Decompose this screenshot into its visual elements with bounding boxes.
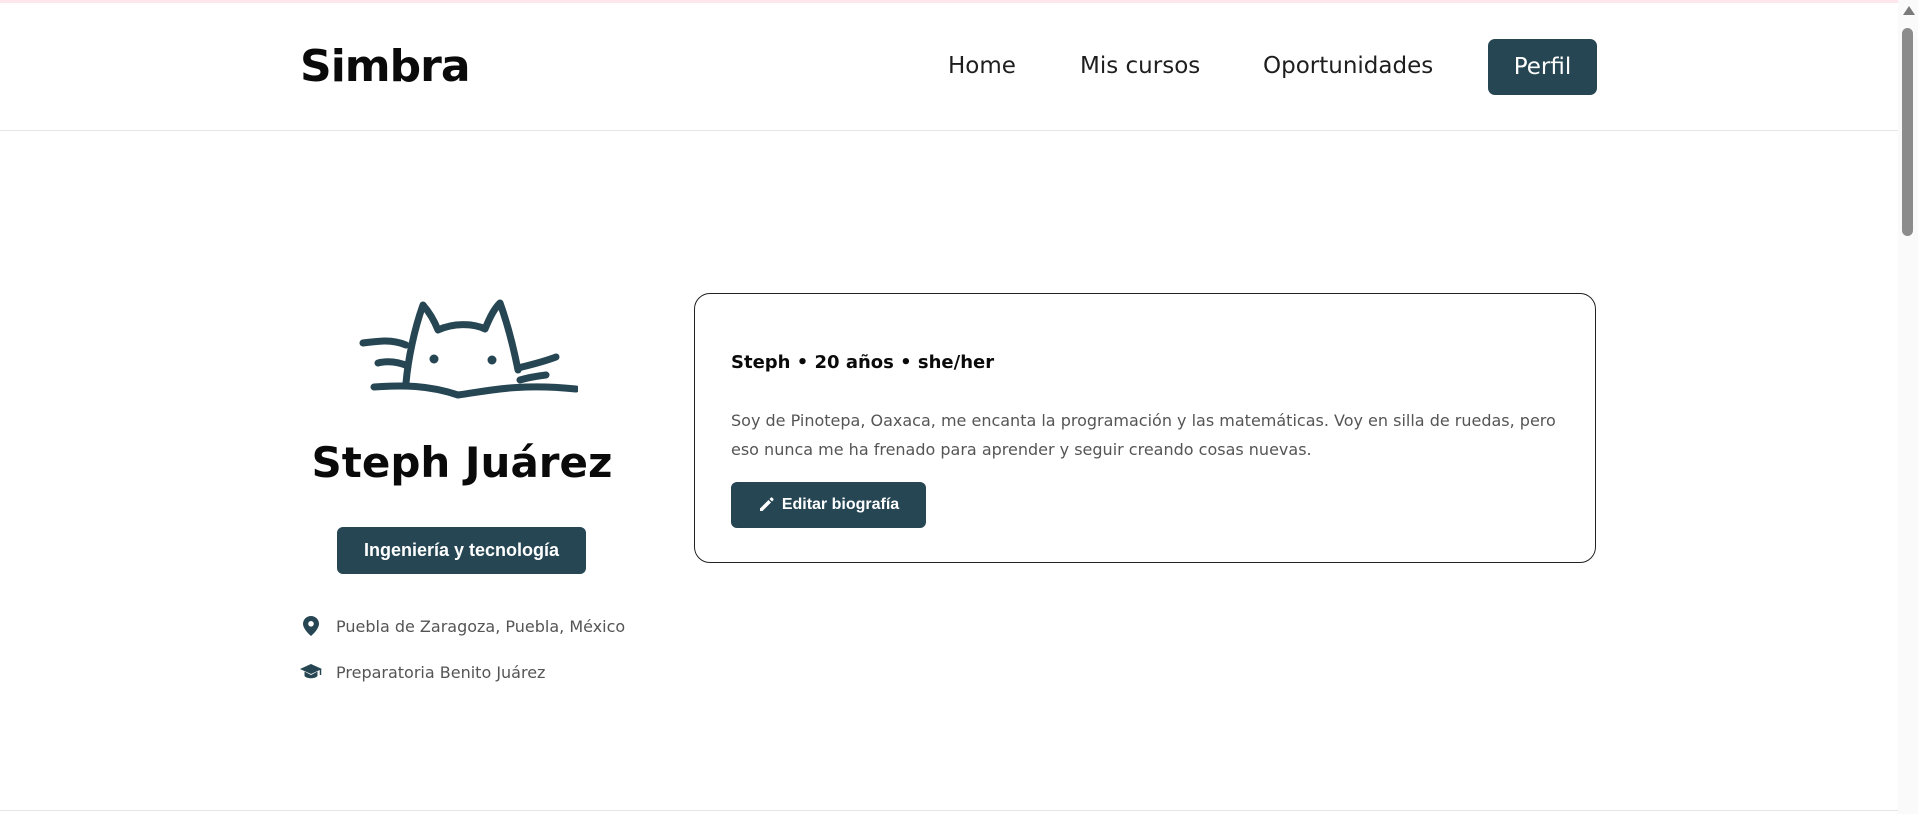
- site-header: Simbra Home Mis cursos Oportunidades Per…: [0, 3, 1898, 131]
- scrollbar[interactable]: [1898, 0, 1918, 814]
- area-badge: Ingeniería y tecnología: [337, 527, 586, 574]
- scroll-up-arrow-icon[interactable]: [1903, 6, 1915, 15]
- bio-text: Soy de Pinotepa, Oaxaca, me encanta la p…: [731, 411, 1556, 459]
- bio-heading: Steph • 20 años • she/her: [731, 352, 995, 373]
- nav-perfil-button[interactable]: Perfil: [1488, 39, 1597, 95]
- pencil-icon: [758, 497, 774, 513]
- main-nav: Home Mis cursos Oportunidades Perfil: [0, 3, 1898, 130]
- bio-card: Steph • 20 años • she/her Soy de Pinotep…: [694, 293, 1596, 563]
- edit-bio-label: Editar biografía: [781, 496, 900, 513]
- cat-doodle-icon: [359, 299, 578, 399]
- scroll-thumb[interactable]: [1902, 28, 1913, 236]
- location-row: Puebla de Zaragoza, Puebla, México: [300, 614, 625, 638]
- school-row: Preparatoria Benito Juárez: [300, 660, 545, 684]
- graduation-cap-icon: [300, 661, 322, 683]
- edit-bio-button[interactable]: Editar biografía: [731, 482, 926, 528]
- nav-oportunidades[interactable]: Oportunidades: [1263, 53, 1433, 79]
- footer-divider: [0, 810, 1898, 811]
- location-text: Puebla de Zaragoza, Puebla, México: [336, 616, 626, 636]
- profile-name: Steph Juárez: [311, 438, 613, 487]
- nav-home[interactable]: Home: [948, 53, 1016, 79]
- school-text: Preparatoria Benito Juárez: [336, 662, 546, 682]
- nav-mis-cursos[interactable]: Mis cursos: [1080, 53, 1200, 79]
- map-pin-icon: [300, 615, 322, 637]
